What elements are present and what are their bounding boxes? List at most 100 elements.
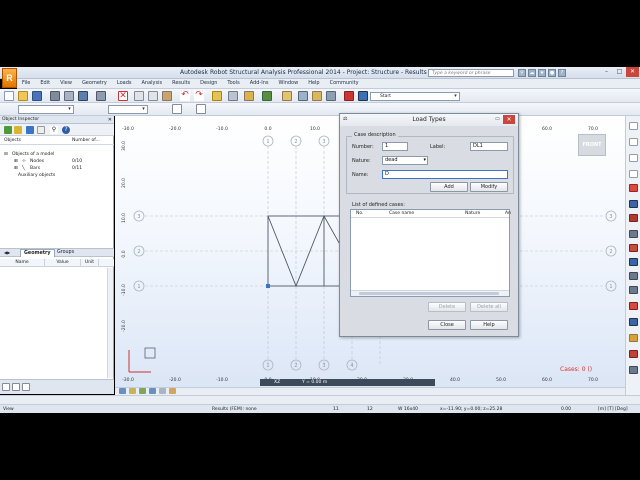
node-icon[interactable] bbox=[629, 138, 638, 146]
dialog-close-button[interactable]: ✕ bbox=[503, 115, 515, 124]
zoom-window-icon[interactable] bbox=[282, 91, 292, 101]
menu-view[interactable]: View bbox=[55, 79, 77, 88]
zoom-in-icon[interactable] bbox=[298, 91, 308, 101]
material-icon[interactable] bbox=[629, 272, 638, 280]
new-icon[interactable] bbox=[4, 91, 14, 101]
maximize-button[interactable]: □ bbox=[613, 67, 626, 77]
window-icon[interactable] bbox=[22, 383, 30, 391]
layout-select[interactable]: Start ▾ bbox=[370, 92, 460, 101]
cable-icon[interactable] bbox=[629, 258, 638, 266]
nature-select[interactable]: dead ▾ bbox=[382, 156, 428, 165]
dialog-close-text-button[interactable]: Close bbox=[428, 320, 466, 330]
hinge-icon[interactable] bbox=[629, 286, 638, 294]
modify-button[interactable]: Modify bbox=[470, 182, 508, 192]
minimize-button[interactable]: – bbox=[600, 67, 613, 77]
label-field[interactable]: DL1 bbox=[470, 142, 508, 151]
robot-logo-icon[interactable]: R bbox=[2, 68, 17, 88]
star-icon[interactable]: ★ bbox=[538, 69, 546, 77]
tab-geometry[interactable]: Geometry bbox=[20, 249, 55, 257]
design-icon[interactable] bbox=[629, 350, 638, 358]
delete-all-button[interactable]: Delete all bbox=[470, 302, 508, 312]
add-button[interactable]: Add bbox=[430, 182, 468, 192]
menu-community[interactable]: Community bbox=[325, 79, 364, 88]
menu-geometry[interactable]: Geometry bbox=[77, 79, 112, 88]
dialog-help-button[interactable]: Help bbox=[470, 320, 508, 330]
menu-add-ins[interactable]: Add-Ins bbox=[245, 79, 274, 88]
save-icon[interactable] bbox=[32, 91, 42, 101]
close-button[interactable]: ✕ bbox=[626, 67, 639, 77]
menu-loads[interactable]: Loads bbox=[112, 79, 137, 88]
calculations-icon[interactable] bbox=[212, 91, 222, 101]
search-icon[interactable]: ⚲ bbox=[50, 126, 58, 134]
report-icon[interactable] bbox=[629, 366, 638, 374]
properties-scrollbar[interactable] bbox=[107, 268, 113, 378]
menu-results[interactable]: Results bbox=[167, 79, 195, 88]
view-select[interactable]: ▾ bbox=[18, 105, 74, 114]
tab-groups[interactable]: Groups bbox=[54, 249, 77, 257]
cursor-icon[interactable] bbox=[37, 126, 45, 134]
menu-window[interactable]: Window bbox=[273, 79, 303, 88]
view-xy-icon[interactable] bbox=[139, 388, 146, 394]
menu-tools[interactable]: Tools bbox=[222, 79, 244, 88]
report-icon[interactable] bbox=[96, 91, 106, 101]
layout-icon[interactable] bbox=[358, 91, 368, 101]
view-yz-icon[interactable] bbox=[149, 388, 156, 394]
dialog-minimize-button[interactable]: ▭ bbox=[493, 115, 502, 124]
binoculars-icon[interactable]: ⚲ bbox=[518, 69, 526, 77]
tab-nav-arrows[interactable]: ◀▶ bbox=[1, 249, 13, 257]
display-icon[interactable] bbox=[344, 91, 354, 101]
tree-item-auxiliary[interactable]: Auxiliary objects bbox=[0, 172, 114, 179]
member-icon[interactable] bbox=[629, 170, 638, 178]
print-preview-icon[interactable] bbox=[64, 91, 74, 101]
node-filter-icon[interactable] bbox=[196, 104, 206, 114]
properties-icon[interactable] bbox=[228, 91, 238, 101]
view-3d-icon[interactable] bbox=[119, 388, 126, 394]
list-scrollbar[interactable] bbox=[351, 290, 509, 296]
offset-icon[interactable] bbox=[629, 244, 638, 252]
section-select[interactable]: ▾ bbox=[108, 105, 148, 114]
menu-help[interactable]: Help bbox=[303, 79, 324, 88]
delete-icon[interactable]: ✕ bbox=[118, 91, 128, 101]
help-icon[interactable]: ? bbox=[558, 69, 566, 77]
number-field[interactable]: 1 bbox=[382, 142, 408, 151]
view-xz-icon[interactable] bbox=[129, 388, 136, 394]
load-icon[interactable] bbox=[629, 302, 638, 310]
tree-item-nodes[interactable]: ⊞ ⊹ Nodes 0/10 bbox=[0, 158, 114, 165]
tree-item-model[interactable]: ⊟ Objects of a model bbox=[0, 151, 114, 158]
delete-button[interactable]: Delete bbox=[428, 302, 466, 312]
copy-icon[interactable] bbox=[148, 91, 158, 101]
autodesk-360-icon[interactable]: ☁ bbox=[528, 69, 536, 77]
defined-cases-list[interactable]: No. Case name Nature An bbox=[350, 209, 511, 297]
table-icon[interactable] bbox=[12, 383, 20, 391]
zoom-all-icon[interactable] bbox=[312, 91, 322, 101]
support-icon[interactable] bbox=[629, 200, 638, 208]
view-cube[interactable]: FRONT bbox=[578, 134, 606, 156]
undo-icon[interactable]: ↶ bbox=[180, 91, 190, 101]
menu-file[interactable]: File bbox=[17, 79, 35, 88]
panel-icon[interactable] bbox=[629, 214, 638, 222]
help-search-input[interactable]: Type a keyword or phrase bbox=[428, 69, 514, 77]
filter-blue-icon[interactable] bbox=[26, 126, 34, 134]
results-icon[interactable] bbox=[629, 334, 638, 342]
cut-icon[interactable] bbox=[134, 91, 144, 101]
paste-icon[interactable] bbox=[162, 91, 172, 101]
user-icon[interactable]: ● bbox=[548, 69, 556, 77]
view-options-icon[interactable] bbox=[159, 388, 166, 394]
display-options-icon[interactable] bbox=[169, 388, 176, 394]
tree-item-bars[interactable]: ⊞ ╲ Bars 0/11 bbox=[0, 165, 114, 172]
close-icon[interactable]: ✕ bbox=[108, 116, 112, 124]
section-icon[interactable] bbox=[629, 184, 638, 192]
support-node[interactable] bbox=[266, 284, 270, 288]
menu-edit[interactable]: Edit bbox=[35, 79, 55, 88]
lock-icon[interactable] bbox=[244, 91, 254, 101]
supports-icon[interactable] bbox=[262, 91, 272, 101]
filter-yellow-icon[interactable] bbox=[14, 126, 22, 134]
pan-icon[interactable] bbox=[326, 91, 336, 101]
bar-icon[interactable] bbox=[629, 154, 638, 162]
combination-icon[interactable] bbox=[629, 318, 638, 326]
filter-green-icon[interactable] bbox=[4, 126, 12, 134]
help-icon[interactable]: ? bbox=[62, 126, 70, 134]
screen-capture-icon[interactable] bbox=[78, 91, 88, 101]
cursor-icon[interactable] bbox=[629, 122, 638, 130]
redo-icon[interactable]: ↷ bbox=[194, 91, 204, 101]
